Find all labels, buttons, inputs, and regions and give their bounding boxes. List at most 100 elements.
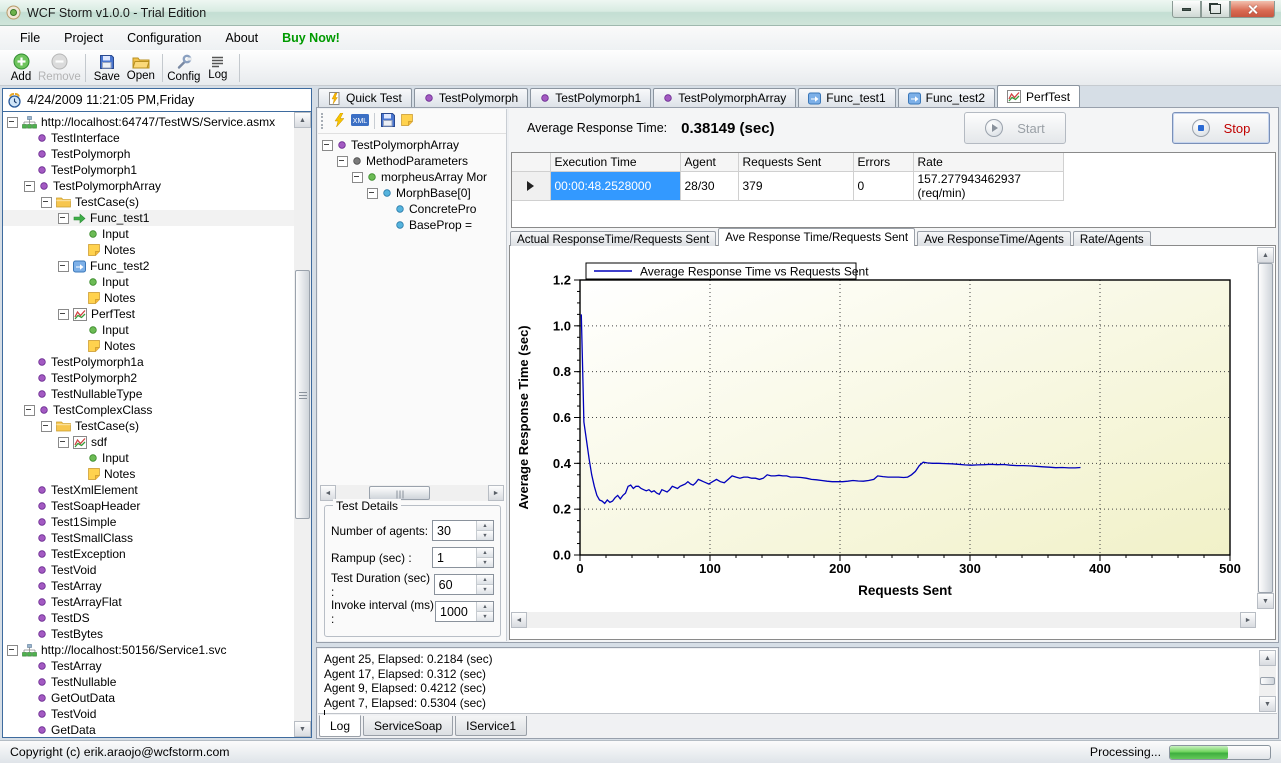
minimize-button[interactable] xyxy=(1172,1,1201,18)
scroll-thumb[interactable] xyxy=(1258,263,1273,593)
collapse-expander-icon[interactable] xyxy=(337,156,348,167)
tab-testpolymorph[interactable]: TestPolymorph xyxy=(414,88,528,107)
tree-item-testarray[interactable]: TestArray xyxy=(3,658,294,674)
scroll-up-icon[interactable]: ▲ xyxy=(1259,650,1276,666)
tab-testpolymorph1[interactable]: TestPolymorph1 xyxy=(530,88,651,107)
service-tree-scrollbar[interactable]: ▲▼ xyxy=(294,112,311,737)
tree-item-testds[interactable]: TestDS xyxy=(3,610,294,626)
chart-tab-actual-responsetime-requests-sent[interactable]: Actual ResponseTime/Requests Sent xyxy=(510,231,716,246)
scroll-up-icon[interactable]: ▲ xyxy=(1257,247,1274,263)
tree-item-testcase-s-[interactable]: TestCase(s) xyxy=(3,194,294,210)
collapse-expander-icon[interactable] xyxy=(58,261,69,272)
collapse-expander-icon[interactable] xyxy=(24,405,35,416)
tree-item-testcase-s-[interactable]: TestCase(s) xyxy=(3,418,294,434)
scroll-down-icon[interactable]: ▼ xyxy=(294,721,311,737)
tree-item-baseprop-[interactable]: BaseProp = xyxy=(318,217,506,233)
grid-row-selector[interactable] xyxy=(512,171,550,200)
scroll-right-icon[interactable]: ► xyxy=(1240,612,1256,628)
tree-item-testnullabletype[interactable]: TestNullableType xyxy=(3,386,294,402)
stop-button[interactable]: Stop xyxy=(1172,112,1270,144)
tree-item-input[interactable]: Input xyxy=(3,274,294,290)
add-button[interactable]: Add xyxy=(4,52,38,84)
collapse-expander-icon[interactable] xyxy=(41,197,52,208)
scroll-right-icon[interactable]: ► xyxy=(488,485,504,501)
scroll-thumb[interactable] xyxy=(369,486,430,500)
collapse-expander-icon[interactable] xyxy=(24,181,35,192)
grid-column-rate[interactable]: Rate xyxy=(913,153,1063,171)
tree-item-testpolymorph1a[interactable]: TestPolymorph1a xyxy=(3,354,294,370)
test-duration-sec-input[interactable]: 60▲▼ xyxy=(434,574,494,595)
tree-item-perftest[interactable]: PerfTest xyxy=(3,306,294,322)
tree-item-testsmallclass[interactable]: TestSmallClass xyxy=(3,530,294,546)
spinner-down-icon[interactable]: ▼ xyxy=(477,612,493,621)
tree-item-getdata[interactable]: GetData xyxy=(3,722,294,737)
tree-item-input[interactable]: Input xyxy=(3,226,294,242)
tree-item-func-test2[interactable]: Func_test2 xyxy=(3,258,294,274)
menu-item-configuration[interactable]: Configuration xyxy=(115,28,213,48)
collapse-expander-icon[interactable] xyxy=(7,117,18,128)
tree-item-http-localhost-64747-testws-service-asmx[interactable]: http://localhost:64747/TestWS/Service.as… xyxy=(3,114,294,130)
log-tab-servicesoap[interactable]: ServiceSoap xyxy=(363,716,453,736)
collapse-expander-icon[interactable] xyxy=(322,140,333,151)
tree-item-notes[interactable]: Notes xyxy=(3,290,294,306)
tree-item-testpolymorph2[interactable]: TestPolymorph2 xyxy=(3,370,294,386)
spinner-up-icon[interactable]: ▲ xyxy=(477,521,493,531)
collapse-expander-icon[interactable] xyxy=(367,188,378,199)
field-value[interactable]: 1 xyxy=(433,548,476,567)
tree-item-morpheusarray-mor[interactable]: morpheusArray Mor xyxy=(318,169,506,185)
spinner-up-icon[interactable]: ▲ xyxy=(477,548,493,558)
spinner-up-icon[interactable]: ▲ xyxy=(477,602,493,612)
titlebar[interactable]: WCF Storm v1.0.0 - Trial Edition xyxy=(0,0,1281,26)
tree-item-testpolymorph1[interactable]: TestPolymorph1 xyxy=(3,162,294,178)
view-xml-button[interactable]: XML xyxy=(351,114,369,129)
tab-func-test2[interactable]: Func_test2 xyxy=(898,88,995,107)
chart-vscrollbar[interactable]: ▲▼ xyxy=(1257,247,1274,609)
open-button[interactable]: Open xyxy=(124,52,158,84)
tree-item-testbytes[interactable]: TestBytes xyxy=(3,626,294,642)
tree-item-testarray[interactable]: TestArray xyxy=(3,578,294,594)
log-scrollbar[interactable]: ▲▼ xyxy=(1259,650,1276,712)
chart-tab-ave-responsetime-agents[interactable]: Ave ResponseTime/Agents xyxy=(917,231,1071,246)
log-tab-iservice1[interactable]: IService1 xyxy=(455,716,527,736)
save-test-button[interactable] xyxy=(380,112,396,131)
log-tab-log[interactable]: Log xyxy=(319,715,361,737)
tab-perftest[interactable]: PerfTest xyxy=(997,85,1080,107)
menu-item-about[interactable]: About xyxy=(213,28,270,48)
tree-item-sdf[interactable]: sdf xyxy=(3,434,294,450)
collapse-expander-icon[interactable] xyxy=(7,645,18,656)
tab-testpolymorpharray[interactable]: TestPolymorphArray xyxy=(653,88,796,107)
tab-func-test1[interactable]: Func_test1 xyxy=(798,88,895,107)
tree-item-notes[interactable]: Notes xyxy=(3,338,294,354)
tree-item-concretepro[interactable]: ConcretePro xyxy=(318,201,506,217)
collapse-expander-icon[interactable] xyxy=(58,309,69,320)
tree-item-testpolymorpharray[interactable]: TestPolymorphArray xyxy=(3,178,294,194)
tree-item-http-localhost-50156-service1-svc[interactable]: http://localhost:50156/Service1.svc xyxy=(3,642,294,658)
tree-item-testarrayflat[interactable]: TestArrayFlat xyxy=(3,594,294,610)
chart-hscrollbar[interactable]: ◄► xyxy=(511,612,1256,628)
tree-item-testinterface[interactable]: TestInterface xyxy=(3,130,294,146)
tree-item-testcomplexclass[interactable]: TestComplexClass xyxy=(3,402,294,418)
scroll-down-icon[interactable]: ▼ xyxy=(1259,696,1276,712)
chart-tab-ave-response-time-requests-sent[interactable]: Ave Response Time/Requests Sent xyxy=(718,228,915,246)
tree-item-testxmlelement[interactable]: TestXmlElement xyxy=(3,482,294,498)
tree-item-input[interactable]: Input xyxy=(3,450,294,466)
spinner-down-icon[interactable]: ▼ xyxy=(477,531,493,540)
tree-item-getoutdata[interactable]: GetOutData xyxy=(3,690,294,706)
field-value[interactable]: 30 xyxy=(433,521,476,540)
rampup-sec-input[interactable]: 1▲▼ xyxy=(432,547,494,568)
tree-item-input[interactable]: Input xyxy=(3,322,294,338)
grid-column-errors[interactable]: Errors xyxy=(853,153,913,171)
grid-row[interactable]: 00:00:48.252800028/303790157.27794346293… xyxy=(512,171,1063,200)
scroll-thumb[interactable] xyxy=(295,270,310,519)
tab-quick-test[interactable]: Quick Test xyxy=(318,88,412,107)
grid-cell[interactable]: 28/30 xyxy=(680,171,738,200)
tree-item-testvoid[interactable]: TestVoid xyxy=(3,562,294,578)
tree-item-testpolymorph[interactable]: TestPolymorph xyxy=(3,146,294,162)
chart-tab-rate-agents[interactable]: Rate/Agents xyxy=(1073,231,1151,246)
number-of-agents-input[interactable]: 30▲▼ xyxy=(432,520,494,541)
maximize-button[interactable] xyxy=(1201,1,1230,18)
remove-button[interactable]: Remove xyxy=(38,52,81,84)
collapse-expander-icon[interactable] xyxy=(58,437,69,448)
menu-item-file[interactable]: File xyxy=(8,28,52,48)
tree-item-testvoid[interactable]: TestVoid xyxy=(3,706,294,722)
